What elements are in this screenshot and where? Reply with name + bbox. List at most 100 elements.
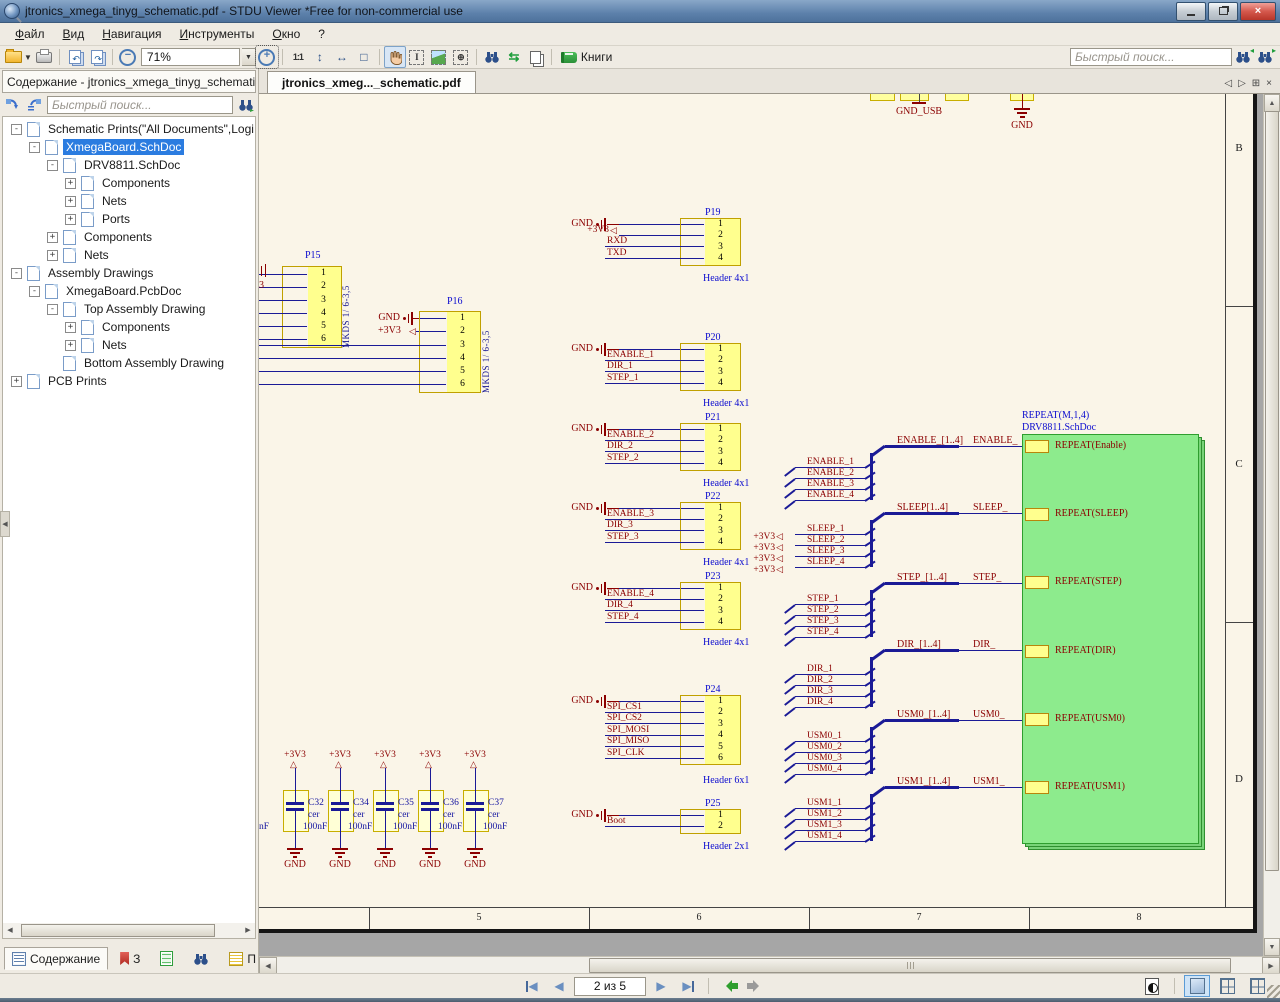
zoom-combo-caret[interactable]: ▼ [242, 48, 256, 66]
next-page-button[interactable]: ▶ [649, 977, 673, 996]
tree-expander[interactable]: - [47, 160, 58, 171]
document-view[interactable]: GND_USB GND P15 123456 [259, 94, 1263, 956]
invert-colors-button[interactable] [1139, 975, 1165, 997]
scrollbar-thumb[interactable] [589, 958, 1231, 973]
tree-expander[interactable]: + [65, 340, 76, 351]
tab-list-button[interactable]: ⊞ [1252, 78, 1260, 89]
single-view-button[interactable] [1184, 975, 1210, 997]
tree-item[interactable]: + PCB Prints [3, 372, 255, 390]
image-select-button[interactable] [428, 46, 450, 68]
tab-contents[interactable]: Содержание [4, 947, 108, 970]
tree-item[interactable]: + Components [3, 228, 255, 246]
title-bar[interactable]: jtronics_xmega_tinyg_schematic.pdf - STD… [0, 0, 1280, 23]
tree-item[interactable]: + Nets [3, 192, 255, 210]
tree-item-label[interactable]: Nets [81, 247, 112, 263]
menu-item[interactable]: Навигация [93, 25, 170, 43]
tab-thumbnails[interactable] [152, 947, 181, 970]
tree-item-label[interactable]: PCB Prints [45, 373, 110, 389]
menu-item[interactable]: ? [309, 25, 334, 43]
tree-item[interactable]: Bottom Assembly Drawing [3, 354, 255, 372]
tree-item[interactable]: + Components [3, 174, 255, 192]
scrollbar-thumb[interactable] [1265, 111, 1279, 871]
tree-item-label[interactable]: XmegaBoard.PcbDoc [63, 283, 184, 299]
tree-item-label[interactable]: Components [99, 319, 173, 335]
zoom-level-combo[interactable]: 71% [141, 48, 240, 66]
history-back-button[interactable] [717, 977, 741, 996]
menu-item[interactable]: Файл [6, 25, 54, 43]
find-next-button[interactable]: ▸ [1254, 46, 1276, 68]
sidebar-search-input[interactable] [47, 96, 233, 114]
tree-item-label[interactable]: DRV8811.SchDoc [81, 157, 183, 173]
restore-button[interactable] [1208, 2, 1238, 21]
tree-item-label[interactable]: Assembly Drawings [45, 265, 156, 281]
fit-width-button[interactable]: ↔ [331, 46, 353, 68]
tree-expander[interactable]: + [65, 196, 76, 207]
tree-item-label[interactable]: Ports [99, 211, 133, 227]
tree-item[interactable]: - XmegaBoard.PcbDoc [3, 282, 255, 300]
tab-close-button[interactable]: × [1266, 78, 1272, 89]
first-page-button[interactable]: ◀ [520, 977, 544, 996]
sheet-symbol-drv8811[interactable]: REPEAT(Enable)REPEAT(SLEEP)REPEAT(STEP)R… [1022, 434, 1199, 844]
horizontal-scrollbar[interactable]: ◀ ▶ [259, 956, 1280, 973]
find-previous-button[interactable]: ◂ [1232, 46, 1254, 68]
tree-item[interactable]: - Top Assembly Drawing [3, 300, 255, 318]
zoom-region-button[interactable]: ⊕ [450, 46, 472, 68]
rotate-right-button[interactable]: ↷ [86, 46, 108, 68]
close-button[interactable]: × [1240, 2, 1276, 21]
tree-item[interactable]: - XmegaBoard.SchDoc [3, 138, 255, 156]
tree-item-label[interactable]: Components [99, 175, 173, 191]
tab-search[interactable] [185, 947, 217, 970]
rotate-left-button[interactable]: ↶ [64, 46, 86, 68]
previous-page-button[interactable]: ◀ [547, 977, 571, 996]
collapse-tree-button[interactable] [25, 96, 44, 114]
tree-expander[interactable]: - [11, 268, 22, 279]
tree-expander[interactable]: - [11, 124, 22, 135]
menu-item[interactable]: Вид [54, 25, 94, 43]
actual-size-button[interactable]: 1:1 [287, 46, 309, 68]
fit-height-button[interactable]: ↕ [309, 46, 331, 68]
tab-fields[interactable]: П [221, 947, 264, 970]
scrollbar-thumb[interactable] [21, 924, 215, 937]
fit-page-button[interactable]: □ [353, 46, 375, 68]
menu-item[interactable]: Инструменты [171, 25, 264, 43]
tab-scroll-left-button[interactable]: ◁ [1224, 78, 1232, 89]
document-tab[interactable]: jtronics_xmeg..._schematic.pdf [267, 71, 476, 93]
minimize-button[interactable] [1176, 2, 1206, 21]
zoom-in-button[interactable]: + [256, 46, 278, 68]
tree-item-label[interactable]: Nets [99, 193, 130, 209]
expand-tree-button[interactable] [3, 96, 22, 114]
resize-grip[interactable] [1267, 985, 1280, 998]
open-button[interactable]: ▼ [4, 46, 33, 68]
page-indicator[interactable]: 2 из 5 [574, 977, 646, 996]
tree-expander[interactable]: + [47, 250, 58, 261]
tree-expander[interactable]: - [29, 286, 40, 297]
tree-item[interactable]: + Components [3, 318, 255, 336]
text-select-button[interactable]: I [406, 46, 428, 68]
quad-view-button[interactable] [1214, 975, 1240, 997]
tree-item-label[interactable]: Top Assembly Drawing [81, 301, 208, 317]
search-button[interactable] [481, 46, 503, 68]
books-button[interactable]: Книги [556, 46, 617, 68]
tree-expander[interactable]: - [29, 142, 40, 153]
print-button[interactable] [33, 46, 55, 68]
tree-item-label[interactable]: Nets [99, 337, 130, 353]
menu-item[interactable]: Окно [263, 25, 309, 43]
last-page-button[interactable]: ▶ [676, 977, 700, 996]
tab-bookmarks[interactable]: З [112, 947, 148, 970]
tree-expander[interactable]: + [11, 376, 22, 387]
tree-item[interactable]: + Ports [3, 210, 255, 228]
tree-expander[interactable]: + [65, 178, 76, 189]
tree-expander[interactable]: - [47, 304, 58, 315]
tree-item[interactable]: + Nets [3, 246, 255, 264]
panel-collapse-button[interactable]: ◀ [0, 511, 10, 537]
vertical-scrollbar[interactable]: ▲ ▼ [1263, 94, 1280, 956]
tree-item-label[interactable]: Components [81, 229, 155, 245]
sidebar-hscrollbar[interactable]: ◀ ▶ [2, 923, 256, 939]
tab-scroll-right-button[interactable]: ▷ [1238, 78, 1246, 89]
tree-expander[interactable]: + [47, 232, 58, 243]
sidebar-find-button[interactable] [236, 96, 255, 114]
tree-expander[interactable]: + [65, 322, 76, 333]
tree-item[interactable]: + Nets [3, 336, 255, 354]
history-forward-button[interactable] [744, 977, 768, 996]
copy-button[interactable] [525, 46, 547, 68]
